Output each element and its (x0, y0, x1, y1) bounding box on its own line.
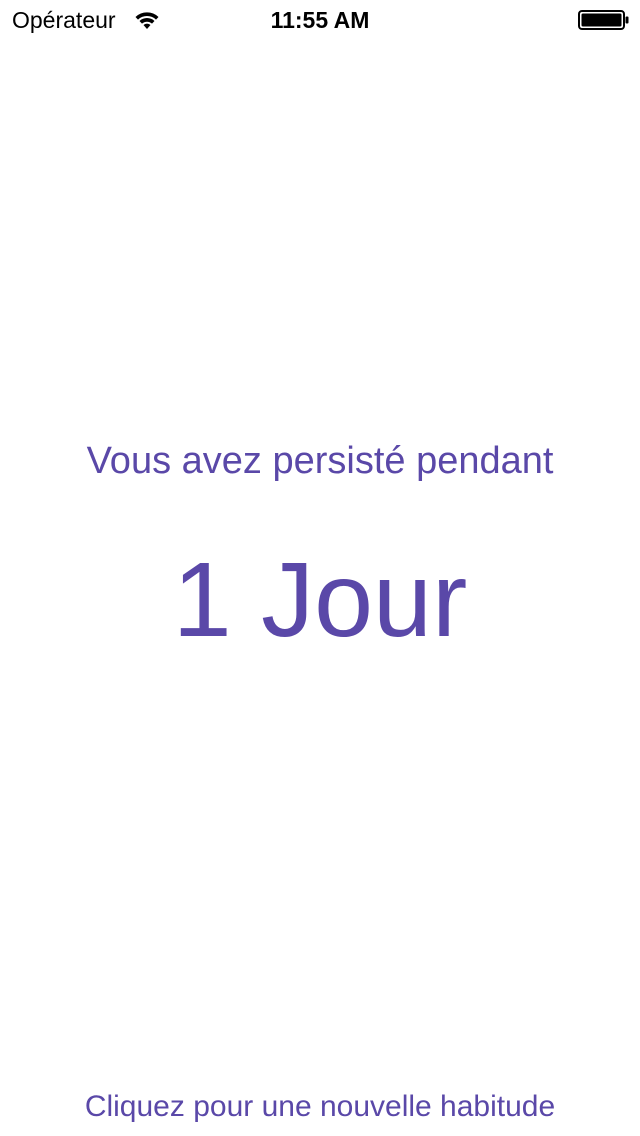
clock: 11:55 AM (270, 7, 370, 33)
status-bar: Opérateur 11:55 AM (0, 0, 640, 40)
new-habit-link[interactable]: Cliquez pour une nouvelle habitude (0, 1087, 640, 1127)
battery-icon (578, 10, 629, 30)
persistence-label: Vous avez persisté pendant (86, 440, 554, 482)
day-counter: 1 Jour (172, 541, 468, 659)
